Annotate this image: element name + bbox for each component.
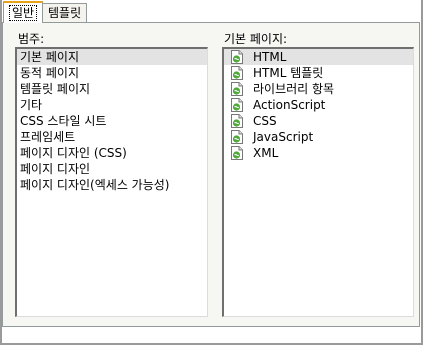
- basic-page-item[interactable]: CSS: [224, 113, 413, 129]
- document-icon: [231, 82, 243, 96]
- category-listbox[interactable]: 기본 페이지동적 페이지템플릿 페이지기타 CSS 스타일 시트프레임세트페이지 …: [15, 47, 208, 317]
- basic-page-item[interactable]: ActionScript: [224, 97, 413, 113]
- category-item[interactable]: 페이지 디자인(엑세스 가능성): [17, 177, 207, 193]
- category-item-label: 페이지 디자인: [20, 162, 91, 176]
- basic-page-item[interactable]: HTML 템플릿: [224, 65, 413, 81]
- tab-panel: 범주: 기본 페이지: 기본 페이지동적 페이지템플릿 페이지기타 CSS 스타일…: [2, 22, 420, 327]
- basic-page-item-label: ActionScript: [253, 98, 326, 112]
- tab-templates-label: 템플릿: [48, 6, 82, 20]
- basic-page-item[interactable]: JavaScript: [224, 129, 413, 145]
- category-item[interactable]: 템플릿 페이지: [17, 81, 207, 97]
- category-item[interactable]: 기본 페이지: [17, 49, 207, 65]
- category-label: 범주:: [18, 32, 45, 46]
- basic-page-item-label: XML: [253, 146, 279, 160]
- category-item-label: 기타: [20, 98, 43, 112]
- tab-general[interactable]: 일반: [3, 1, 44, 23]
- new-document-dialog: 일반 템플릿 범주: 기본 페이지: 기본 페이지동적 페이지템플릿 페이지기타…: [0, 0, 423, 345]
- basic-page-item-label: 라이브러리 항목: [253, 82, 335, 96]
- category-item-label: 템플릿 페이지: [20, 82, 91, 96]
- category-item-label: 프레임세트: [20, 130, 76, 144]
- basic-page-listbox[interactable]: HTML HTML 템플릿라이브러리 항목 ActionScript CSS JavaS…: [222, 47, 414, 317]
- basic-page-item[interactable]: XML: [224, 145, 413, 161]
- category-item[interactable]: 동적 페이지: [17, 65, 207, 81]
- document-icon: [231, 98, 243, 112]
- document-icon: [231, 146, 243, 160]
- document-icon: [231, 114, 243, 128]
- tab-general-label: 일반: [9, 5, 38, 21]
- document-icon: [231, 66, 243, 80]
- category-item[interactable]: 페이지 디자인 (CSS): [17, 145, 207, 161]
- category-item-label: CSS 스타일 시트: [20, 114, 107, 128]
- category-item[interactable]: 기타: [17, 97, 207, 113]
- basic-page-label: 기본 페이지:: [224, 32, 288, 46]
- tab-templates[interactable]: 템플릿: [42, 3, 88, 22]
- category-item[interactable]: 페이지 디자인: [17, 161, 207, 177]
- basic-page-item-label: HTML: [253, 50, 287, 64]
- document-icon: [231, 130, 243, 144]
- basic-page-item[interactable]: HTML: [224, 49, 413, 65]
- document-icon: [231, 50, 243, 64]
- category-item-label: 페이지 디자인 (CSS): [20, 146, 127, 160]
- basic-page-item[interactable]: 라이브러리 항목: [224, 81, 413, 97]
- category-item[interactable]: CSS 스타일 시트: [17, 113, 207, 129]
- basic-page-item-label: JavaScript: [253, 130, 314, 144]
- category-item-label: 기본 페이지: [20, 50, 80, 64]
- basic-page-item-label: HTML 템플릿: [253, 66, 324, 80]
- category-item-label: 동적 페이지: [20, 66, 80, 80]
- basic-page-item-label: CSS: [253, 114, 277, 128]
- category-item-label: 페이지 디자인(엑세스 가능성): [20, 178, 170, 192]
- category-item[interactable]: 프레임세트: [17, 129, 207, 145]
